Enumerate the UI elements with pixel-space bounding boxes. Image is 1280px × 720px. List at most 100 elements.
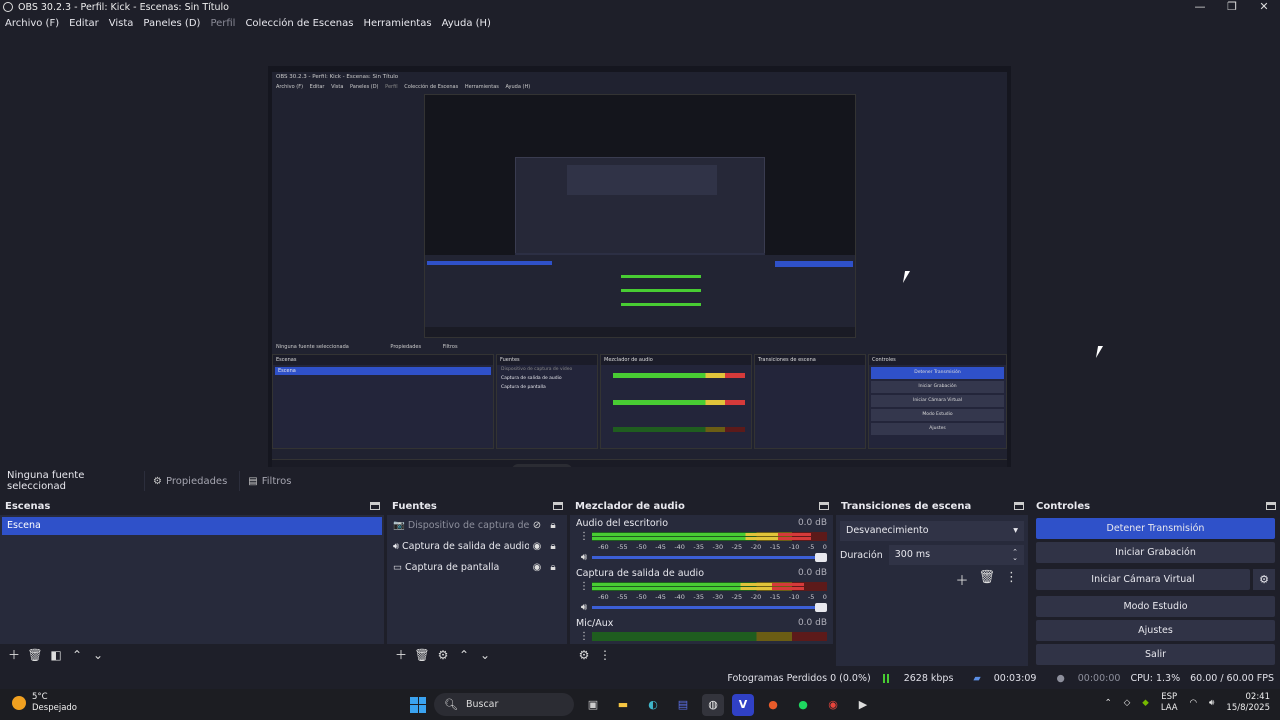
filters-button[interactable]: ▤ Filtros: [239, 471, 299, 491]
language-indicator[interactable]: ESP LAA: [1161, 692, 1178, 714]
mixer-channels: Audio del escritorio 0.0 dB ⋮ -60 -55 -50 -4…: [570, 515, 833, 666]
eye-icon[interactable]: ◉: [529, 541, 545, 552]
chevron-up-icon[interactable]: ⌃: [1105, 698, 1112, 708]
taskbar-search[interactable]: 🔍︎ Buscar: [434, 693, 574, 716]
remove-scene-icon[interactable]: 🗑: [26, 646, 44, 664]
menu-archivo[interactable]: Archivo (F): [0, 18, 64, 29]
stream-time-value: 00:03:09: [993, 672, 1037, 684]
task-view-icon[interactable]: ▣: [582, 694, 604, 716]
add-transition-icon[interactable]: ＋: [955, 570, 968, 589]
undock-icon[interactable]: [819, 502, 829, 510]
visual-studio-icon[interactable]: V: [732, 693, 754, 716]
move-up-icon[interactable]: ⌃: [68, 646, 86, 664]
start-recording-button[interactable]: Iniciar Grabación: [1036, 542, 1275, 563]
move-down-icon[interactable]: ⌄: [476, 646, 494, 664]
minimize-button[interactable]: —: [1184, 0, 1216, 14]
virtual-camera-row: Iniciar Cámara Virtual ⚙: [1031, 566, 1280, 593]
channel-name: Captura de salida de audio: [576, 568, 705, 579]
menu-vista[interactable]: Vista: [104, 18, 139, 29]
studio-mode-button[interactable]: Modo Estudio: [1036, 596, 1275, 617]
obs-taskbar-icon[interactable]: ◍: [702, 693, 724, 716]
clock[interactable]: 02:41 15/8/2025: [1226, 692, 1270, 714]
weather-sun-icon: [12, 696, 26, 710]
advanced-audio-icon[interactable]: ⚙: [575, 646, 593, 664]
undock-icon[interactable]: [370, 502, 380, 510]
taskbar-search-label: Buscar: [465, 699, 499, 710]
volume-knob[interactable]: [815, 553, 827, 562]
scene-filters-icon[interactable]: ◧: [47, 646, 65, 664]
maximize-button[interactable]: ❐: [1216, 0, 1248, 14]
undock-icon[interactable]: [553, 502, 563, 510]
menu-herramientas[interactable]: Herramientas: [358, 18, 436, 29]
scene-item[interactable]: Escena: [2, 517, 382, 535]
preview-canvas[interactable]: OBS 30.2.3 - Perfil: Kick - Escenas: Sin…: [0, 32, 1280, 487]
source-properties-icon[interactable]: ⚙: [434, 646, 452, 664]
channel-name: Mic/Aux: [576, 618, 614, 629]
nvidia-icon[interactable]: ◆: [1142, 698, 1149, 708]
duration-spinbox[interactable]: 300 ms ⌃ ⌄: [888, 545, 1024, 565]
lock-icon[interactable]: 🔒︎: [545, 520, 561, 531]
wifi-icon[interactable]: ◠: [1190, 698, 1197, 708]
hidden-eye-icon[interactable]: ⊘: [529, 520, 545, 531]
channel-menu-icon[interactable]: ⋮: [576, 631, 592, 642]
nested-dock-scenes: Escenas Escena: [272, 354, 494, 449]
menu-paneles[interactable]: Paneles (D): [138, 18, 205, 29]
spin-arrows-icon[interactable]: ⌃ ⌄: [1012, 549, 1018, 562]
menu-editar[interactable]: Editar: [64, 18, 104, 29]
add-scene-icon[interactable]: ＋: [5, 646, 23, 664]
weather-widget[interactable]: 5°C Despejado: [12, 692, 77, 714]
transition-select[interactable]: Desvanecimiento ▾: [840, 521, 1024, 541]
volume-slider[interactable]: [592, 553, 827, 562]
lang-top: ESP: [1161, 692, 1178, 702]
settings-button[interactable]: Ajustes: [1036, 620, 1275, 641]
move-down-icon[interactable]: ⌄: [89, 646, 107, 664]
undock-icon[interactable]: [1014, 502, 1024, 510]
menu-perfil[interactable]: Perfil: [205, 18, 240, 29]
close-button[interactable]: ✕: [1248, 0, 1280, 14]
move-up-icon[interactable]: ⌃: [455, 646, 473, 664]
menu-ayuda[interactable]: Ayuda (H): [437, 18, 496, 29]
nested-selection-text: Ninguna fuente seleccionada: [276, 344, 349, 350]
virtual-camera-settings-gear-icon[interactable]: ⚙: [1253, 569, 1275, 590]
volume-icon[interactable]: 🔊︎: [1209, 698, 1214, 708]
volume-knob[interactable]: [815, 603, 827, 612]
properties-button[interactable]: ⚙ Propiedades: [144, 471, 235, 491]
mute-speaker-icon[interactable]: 🔊︎: [576, 602, 592, 613]
source-item[interactable]: ▭ Captura de pantalla ◉ 🔒︎: [387, 557, 567, 578]
mute-speaker-icon[interactable]: 🔊︎: [576, 552, 592, 563]
eye-icon[interactable]: ◉: [529, 562, 545, 573]
mixer-menu-icon[interactable]: ⋮: [596, 646, 614, 664]
media-player-icon[interactable]: ▶: [852, 694, 874, 716]
exit-button[interactable]: Salir: [1036, 644, 1275, 665]
remove-source-icon[interactable]: 🗑: [413, 646, 431, 664]
meter-fill: [592, 537, 811, 540]
lock-icon[interactable]: 🔒︎: [545, 562, 561, 573]
sources-list: 📷 Dispositivo de captura de vide ⊘ 🔒︎ 🔊︎…: [387, 515, 567, 666]
edge-browser-icon[interactable]: ◐: [642, 694, 664, 716]
stop-streaming-button[interactable]: Detener Transmisión: [1036, 518, 1275, 539]
stream-time-status: ▰ 00:03:09: [963, 673, 1036, 684]
start-virtual-camera-button[interactable]: Iniciar Cámara Virtual: [1036, 569, 1250, 590]
transition-menu-icon[interactable]: ⋮: [1005, 570, 1018, 589]
monitor-icon: ▭: [393, 562, 402, 573]
volume-slider[interactable]: [592, 603, 827, 612]
chrome-icon[interactable]: ◉: [822, 694, 844, 716]
network-icon[interactable]: ◇: [1124, 698, 1131, 708]
remove-transition-icon[interactable]: 🗑: [978, 570, 995, 589]
app-icon[interactable]: ▤: [672, 694, 694, 716]
lock-icon[interactable]: 🔒︎: [545, 541, 561, 552]
windows-start-icon[interactable]: [410, 696, 426, 713]
source-item[interactable]: 🔊︎ Captura de salida de audio ◉ 🔒︎: [387, 536, 567, 557]
add-source-icon[interactable]: ＋: [392, 646, 410, 664]
spotify-icon[interactable]: ●: [792, 694, 814, 716]
channel-menu-icon[interactable]: ⋮: [576, 531, 592, 542]
app-icon[interactable]: ●: [762, 694, 784, 716]
tick-label: -15: [769, 593, 781, 601]
tick-label: -40: [674, 543, 685, 551]
source-item[interactable]: 📷 Dispositivo de captura de vide ⊘ 🔒︎: [387, 515, 567, 536]
menu-coleccion-escenas[interactable]: Colección de Escenas: [240, 18, 358, 29]
undock-icon[interactable]: [1266, 502, 1276, 510]
search-icon: 🔍︎: [444, 698, 458, 711]
channel-menu-icon[interactable]: ⋮: [576, 581, 592, 592]
file-explorer-icon[interactable]: ▬: [612, 694, 634, 716]
